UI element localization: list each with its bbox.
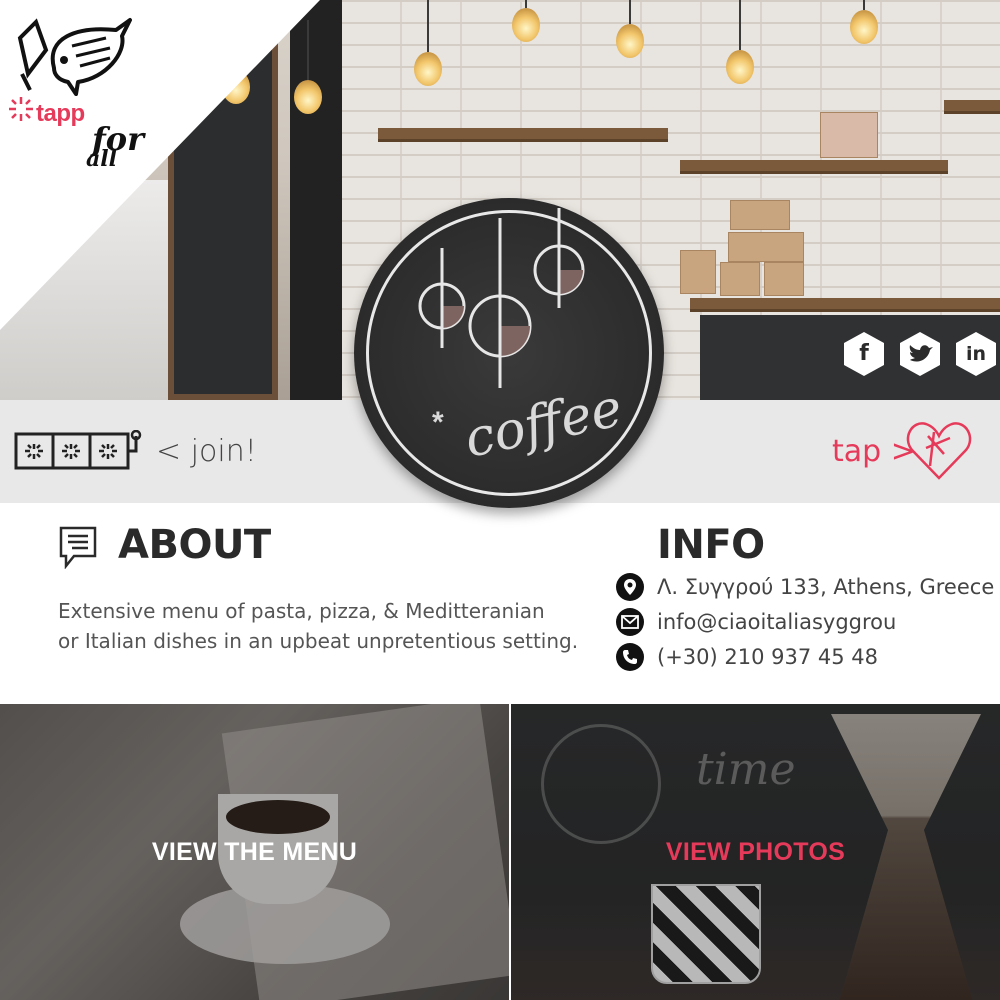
info-address[interactable]: Λ. Συγγρού 133, Athens, Greece	[616, 572, 994, 602]
about-description: Extensive menu of pasta, pizza, & Meditt…	[58, 596, 598, 656]
coffee-bag	[720, 262, 760, 296]
linkedin-button[interactable]: in	[952, 330, 1000, 378]
hexagon-shape	[900, 332, 940, 376]
brand-logo[interactable]: tapp for all	[6, 8, 176, 172]
about-text-line: or Italian dishes in an upbeat unpretent…	[58, 629, 579, 653]
info-email[interactable]: info@ciaoitaliasyggrou	[616, 607, 896, 637]
coffee-bag	[730, 200, 790, 230]
tap-button[interactable]	[904, 414, 974, 489]
pendant-bulb	[616, 0, 644, 58]
pendant-bulb	[850, 0, 878, 44]
phone-text: (+30) 210 937 45 48	[657, 645, 879, 669]
linkedin-icon: in	[965, 343, 987, 365]
join-button[interactable]	[14, 429, 146, 477]
heart-icon	[906, 422, 972, 480]
coffee-bag	[764, 262, 804, 296]
coffee-star: *	[432, 406, 444, 439]
twitter-button[interactable]	[896, 330, 944, 378]
logo-text-all: all	[86, 146, 117, 172]
sparkle-icon	[9, 97, 33, 121]
view-photos-label[interactable]: VIEW PHOTOS	[511, 838, 1000, 867]
speech-bubble-icon	[59, 526, 97, 569]
slot-machine-icon	[14, 429, 142, 470]
join-label[interactable]: < join!	[156, 434, 257, 469]
info-title: INFO	[657, 522, 765, 568]
envelope-icon	[616, 608, 644, 636]
location-pin-icon	[616, 573, 644, 601]
view-menu-label[interactable]: VIEW THE MENU	[0, 838, 509, 867]
view-photos-panel[interactable]: time VIEW PHOTOS	[511, 704, 1000, 1000]
about-title: ABOUT	[118, 522, 271, 568]
shelf-top	[378, 128, 668, 142]
storage-box	[820, 112, 878, 158]
facebook-icon: f	[859, 341, 869, 366]
facebook-button[interactable]: f	[840, 330, 888, 378]
about-text-line: Extensive menu of pasta, pizza, & Meditt…	[58, 599, 545, 623]
phone-icon	[616, 643, 644, 671]
email-text: info@ciaoitaliasyggrou	[657, 610, 897, 634]
info-phone[interactable]: (+30) 210 937 45 48	[616, 642, 878, 672]
coffee-badge: * coffee	[354, 198, 664, 508]
shelf-right	[944, 100, 1000, 114]
address-text: Λ. Συγγρού 133, Athens, Greece	[657, 575, 995, 599]
coffee-bag	[680, 250, 716, 294]
coffee-bag	[728, 232, 804, 262]
pendant-bulb	[726, 0, 754, 84]
shelf-middle	[680, 160, 948, 174]
pendant-bulb	[414, 0, 442, 86]
bird-icon	[17, 18, 132, 96]
shelf-lower	[690, 298, 1000, 312]
logo-text-tapp: tapp	[36, 100, 85, 127]
pendant-bulb	[512, 0, 540, 42]
view-menu-panel[interactable]: VIEW THE MENU	[0, 704, 509, 1000]
